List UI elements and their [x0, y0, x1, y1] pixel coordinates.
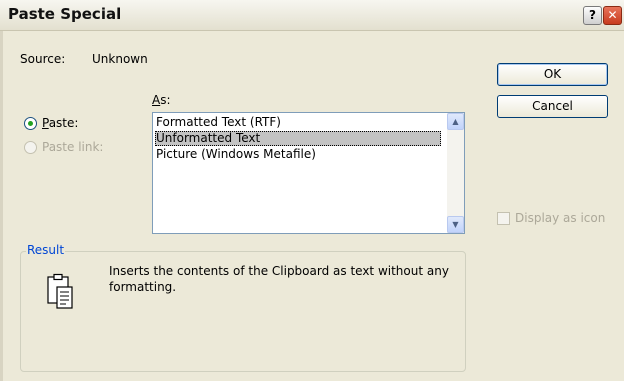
title-bar: Paste Special ? ✕: [0, 0, 624, 31]
scroll-down-arrow-icon[interactable]: ▼: [447, 216, 464, 233]
paste-radio-label[interactable]: Paste:: [42, 116, 78, 130]
clipboard-icon: [47, 273, 73, 309]
paste-link-radio-label: Paste link:: [42, 140, 104, 154]
listbox-scrollbar[interactable]: ▲ ▼: [447, 113, 464, 233]
paste-radio[interactable]: [24, 117, 37, 130]
ok-button[interactable]: OK: [497, 63, 608, 86]
result-group-title: Result: [26, 243, 66, 257]
source-label: Source:: [20, 52, 66, 66]
scroll-up-arrow-icon[interactable]: ▲: [447, 113, 464, 130]
result-description: Inserts the contents of the Clipboard as…: [109, 264, 449, 294]
format-option-picture[interactable]: Picture (Windows Metafile): [155, 147, 316, 162]
window-border: [0, 30, 3, 381]
format-listbox[interactable]: Formatted Text (RTF) Unformatted Text Pi…: [152, 112, 465, 234]
close-button[interactable]: ✕: [603, 6, 622, 25]
format-option-rtf[interactable]: Formatted Text (RTF): [155, 115, 281, 130]
as-label: As:: [152, 93, 171, 107]
window-title: Paste Special: [8, 5, 122, 23]
display-as-icon-label: Display as icon: [515, 211, 606, 225]
cancel-button[interactable]: Cancel: [497, 95, 608, 118]
display-as-icon-checkbox: [497, 212, 510, 225]
source-value: Unknown: [92, 52, 148, 66]
paste-link-radio: [24, 141, 37, 154]
format-option-unformatted-text[interactable]: Unformatted Text: [155, 131, 441, 146]
help-button[interactable]: ?: [583, 6, 602, 25]
